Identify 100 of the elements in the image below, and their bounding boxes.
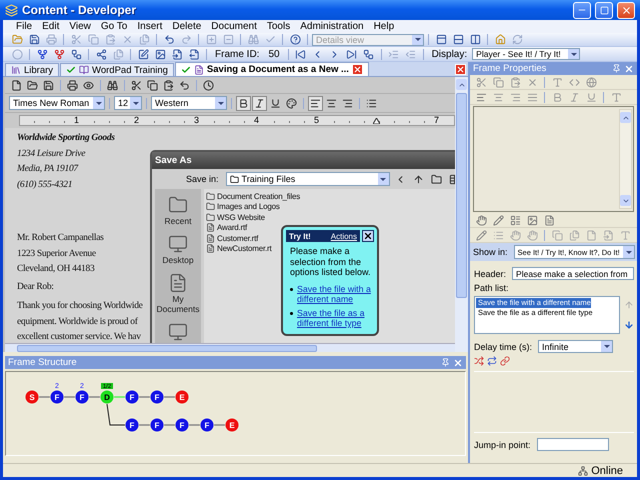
font-icon[interactable]	[552, 76, 562, 88]
text-editor[interactable]	[473, 106, 634, 212]
underline-icon[interactable]	[270, 98, 281, 108]
close-icon[interactable]	[624, 64, 634, 74]
maximize-button[interactable]	[595, 2, 613, 18]
file-input-icon[interactable]	[602, 230, 614, 240]
option-link[interactable]: Save the file with a different name	[297, 284, 374, 304]
up-folder-icon[interactable]	[412, 174, 424, 184]
file-name[interactable]: NewCustomer.rt	[217, 244, 272, 254]
pages-icon[interactable]	[138, 34, 150, 45]
menu-item[interactable]: Document	[206, 20, 262, 33]
option-link[interactable]: Save the file as a different file type	[297, 308, 374, 328]
align-center-icon[interactable]	[326, 98, 337, 108]
document-icon[interactable]	[544, 214, 554, 226]
menu-item[interactable]: View	[64, 20, 96, 33]
close-tab-icon[interactable]	[352, 64, 363, 75]
menu-item[interactable]: Edit	[37, 20, 64, 33]
new-file-icon[interactable]	[11, 80, 22, 90]
flow-icon[interactable]	[70, 48, 82, 60]
menu-item[interactable]: Administration	[295, 20, 369, 33]
document-tab[interactable]: Library	[5, 63, 60, 76]
last-icon[interactable]	[346, 48, 358, 60]
fork-icon[interactable]	[36, 48, 48, 60]
place-button[interactable]	[168, 322, 188, 342]
menu-item[interactable]: Insert	[132, 20, 168, 33]
place-button[interactable]: Desktop	[162, 234, 194, 265]
code-icon[interactable]	[568, 76, 580, 88]
menu-item[interactable]: Tools	[262, 20, 296, 33]
frame-node[interactable]: F	[150, 418, 164, 432]
size-dropdown[interactable]: 12	[114, 96, 142, 110]
file-name[interactable]: Document Creation_files	[217, 192, 300, 201]
repeat-icon[interactable]	[487, 356, 497, 366]
vertical-scrollbar[interactable]	[455, 77, 468, 352]
close-icon[interactable]	[455, 64, 466, 74]
document-tab[interactable]: Saving a Document as a New ...	[174, 62, 369, 76]
undo-icon[interactable]	[179, 80, 190, 90]
place-button[interactable]: Recent	[164, 195, 192, 226]
frame-node[interactable]: F	[76, 390, 88, 404]
delete-icon[interactable]	[122, 34, 132, 45]
columns-layout-icon[interactable]	[470, 34, 480, 45]
refresh-icon[interactable]	[512, 34, 522, 45]
file-name[interactable]: Customer.rtf	[217, 234, 258, 243]
vertical-scrollbar[interactable]	[619, 109, 632, 209]
end-node[interactable]: E	[226, 418, 238, 432]
file-input-icon[interactable]	[172, 48, 182, 60]
end-node[interactable]: E	[176, 390, 188, 404]
minus-square-icon[interactable]	[222, 34, 234, 45]
start-node[interactable]: S	[26, 390, 38, 404]
palette-icon[interactable]	[286, 98, 297, 108]
menu-item[interactable]: Go To	[96, 20, 132, 33]
clipboard-icon[interactable]	[104, 34, 116, 45]
align-left-icon[interactable]	[310, 98, 321, 108]
file-name[interactable]: Award.rtf	[217, 223, 248, 232]
new-folder-icon[interactable]	[430, 174, 442, 184]
indent-icon[interactable]	[388, 48, 400, 60]
frame-node[interactable]: F	[50, 390, 64, 404]
save-icon[interactable]	[43, 80, 54, 90]
horizontal-scrollbar[interactable]	[5, 343, 455, 352]
place-button[interactable]: My Documents	[155, 273, 201, 314]
bold-icon[interactable]	[238, 98, 249, 108]
redo-icon[interactable]	[180, 34, 192, 45]
menu-item[interactable]: File	[11, 20, 38, 33]
save-icon[interactable]	[28, 34, 40, 45]
script-dropdown[interactable]: Western	[151, 96, 227, 110]
close-icon[interactable]	[453, 358, 463, 368]
panel-layout-icon[interactable]	[436, 34, 446, 45]
document-tab[interactable]: WordPad Training	[60, 63, 174, 76]
pin-icon[interactable]	[612, 64, 621, 73]
layout-icon[interactable]	[510, 214, 520, 226]
frame-node[interactable]: F	[176, 418, 188, 432]
minimize-button[interactable]	[573, 2, 591, 18]
clipboard-icon[interactable]	[510, 76, 520, 88]
jump-in-field[interactable]	[536, 438, 609, 451]
flow-icon[interactable]	[363, 48, 374, 60]
align-right-icon[interactable]	[342, 98, 353, 108]
plus-square-icon[interactable]	[206, 34, 216, 45]
clock-icon[interactable]	[203, 80, 214, 90]
italic-icon[interactable]	[254, 98, 265, 108]
fork-icon[interactable]	[54, 48, 64, 60]
header-field[interactable]: Please make a selection from	[512, 267, 634, 280]
open-folder-icon[interactable]	[27, 80, 38, 90]
pencil-icon[interactable]	[492, 214, 504, 226]
picture-icon[interactable]	[154, 48, 166, 60]
decision-node[interactable]: D	[100, 390, 114, 404]
pencil-icon[interactable]	[476, 230, 486, 240]
font-icon[interactable]	[610, 92, 622, 102]
delete-icon[interactable]	[526, 76, 538, 88]
file-name[interactable]: Images and Logos	[217, 202, 280, 212]
scissors-icon[interactable]	[131, 80, 142, 90]
indent-marker-icon[interactable]	[373, 118, 380, 124]
house-icon[interactable]	[494, 34, 506, 45]
frame-node[interactable]: F	[150, 390, 164, 404]
display-dropdown[interactable]: Player - See It! / Try It!	[472, 48, 580, 60]
font-dropdown[interactable]: Times New Roman	[9, 96, 105, 110]
delay-dropdown[interactable]: Infinite	[538, 340, 614, 353]
pages-icon[interactable]	[112, 48, 124, 60]
help-icon[interactable]	[290, 34, 300, 45]
circle-icon[interactable]	[12, 48, 22, 60]
edit-icon[interactable]	[138, 48, 148, 60]
align-justify-icon[interactable]	[526, 92, 538, 102]
